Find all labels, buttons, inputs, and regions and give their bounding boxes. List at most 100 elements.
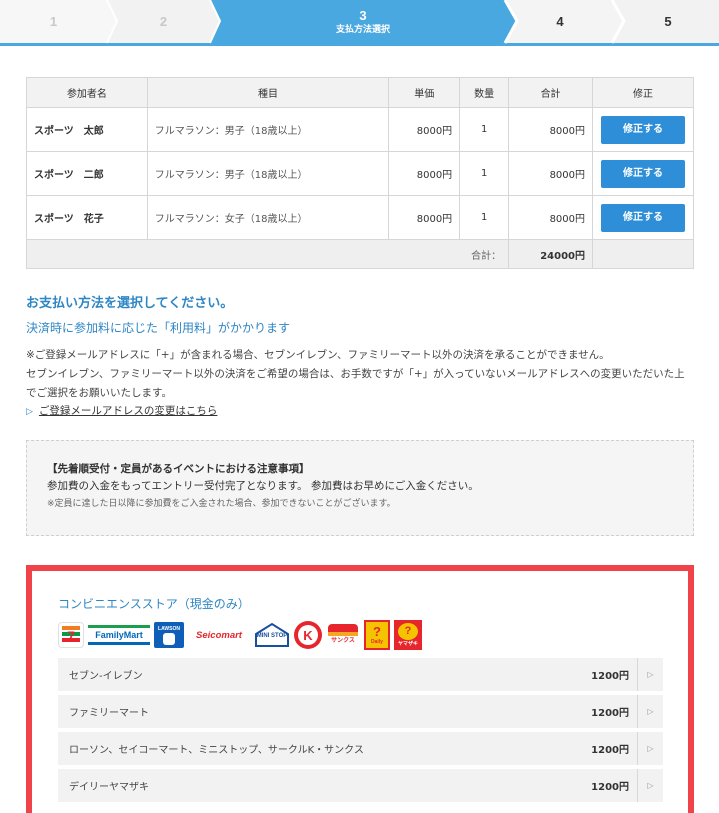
yamazaki-logo-text: ヤマザキ — [397, 640, 418, 647]
table-row: スポーツ 二郎 フルマラソン：男子（18歳以上） 8000円 1 8000円 修… — [26, 151, 694, 196]
seven-eleven-logo: 7 — [58, 622, 84, 648]
unit-price: 8000円 — [388, 151, 461, 196]
store-option-price: 1200円 — [591, 745, 629, 756]
ministop-logo-mark: MINI STOP — [255, 622, 289, 647]
col-header-edit: 修正 — [592, 77, 694, 108]
step-4-number: 4 — [556, 14, 564, 29]
step-4: 4 — [512, 0, 608, 43]
event-category: フルマラソン：男子（18歳以上） — [146, 107, 390, 152]
lawson-milk-icon — [163, 632, 175, 645]
store-option-price: 1200円 — [591, 708, 629, 719]
familymart-logo: FamilyMart — [88, 624, 150, 646]
daily-logo-text: Daily — [371, 638, 383, 645]
store-logo-row: 7 FamilyMart LAWSON Seicomart MINI STOP … — [58, 620, 688, 650]
store-option-lawson-group[interactable]: ローソン、セイコーマート、ミニストップ、サークルK・サンクス 1200円 ▷ — [58, 732, 663, 765]
participant-name: スポーツ 太郎 — [26, 107, 148, 152]
familymart-logo-text: FamilyMart — [95, 630, 143, 640]
change-email-link[interactable]: ▷ ご登録メールアドレスの変更はこちら — [26, 403, 217, 418]
triangle-right-icon: ▷ — [26, 407, 33, 417]
table-header-row: 参加者名 種目 単価 数量 合計 修正 — [26, 77, 694, 108]
seicomart-logo: Seicomart — [188, 624, 250, 646]
step-1: 1 — [0, 0, 107, 43]
ministop-logo: MINI STOP — [254, 622, 290, 648]
step-2-number: 2 — [159, 14, 168, 29]
store-option-familymart[interactable]: ファミリーマート 1200円 ▷ — [58, 695, 663, 728]
table-total-row: 合計： 24000円 — [25, 239, 694, 269]
step-5-number: 5 — [664, 14, 672, 29]
participant-name: スポーツ 花子 — [26, 195, 148, 240]
store-option-price: 1200円 — [591, 671, 629, 682]
chevron-right-icon: ▷ — [637, 658, 663, 691]
store-option-list: セブン-イレブン 1200円 ▷ ファミリーマート 1200円 ▷ ローソン、セ… — [58, 658, 663, 802]
notice-small-print: ※定員に達した日以降に参加費をご入金された場合、参加できないことがございます。 — [47, 499, 396, 509]
step-3-number: 3 — [359, 8, 367, 23]
familymart-stripe-bottom — [88, 642, 150, 645]
first-come-notice-box: 【先着順受付・定員があるイベントにおける注意事項】 参加費の入金をもってエントリ… — [26, 440, 694, 536]
store-option-label: ファミリーマート — [69, 708, 149, 719]
grand-total-empty-cell — [592, 239, 694, 269]
lawson-logo: LAWSON — [154, 622, 184, 648]
yamazaki-daystore-logo: ? ヤマザキ — [394, 620, 422, 650]
row-total: 8000円 — [508, 195, 594, 240]
email-notice: ※ご登録メールアドレスに「+」が含まれる場合、セブンイレブン、ファミリーマート以… — [26, 346, 694, 403]
ministop-logo-text: MINI STOP — [257, 633, 288, 639]
table-row: スポーツ 太郎 フルマラソン：男子（18歳以上） 8000円 1 8000円 修… — [26, 107, 694, 152]
daily-yamazaki-logo: ? Daily — [364, 620, 390, 650]
convenience-store-section: コンビニエンスストア（現金のみ） 7 FamilyMart LAWSON Sei… — [26, 565, 694, 813]
step-5: 5 — [620, 0, 716, 43]
store-option-label: セブン-イレブン — [69, 671, 143, 682]
participant-name: スポーツ 二郎 — [26, 151, 148, 196]
store-option-label: ローソン、セイコーマート、ミニストップ、サークルK・サンクス — [69, 745, 364, 756]
participant-table: 参加者名 種目 単価 数量 合計 修正 スポーツ 太郎 フルマラソン：男子（18… — [25, 77, 694, 269]
email-notice-line-1: ※ご登録メールアドレスに「+」が含まれる場合、セブンイレブン、ファミリーマート以… — [26, 349, 610, 361]
quantity: 1 — [459, 151, 510, 196]
row-total: 8000円 — [508, 151, 594, 196]
edit-button[interactable]: 修正する — [601, 159, 685, 188]
col-header-quantity: 数量 — [459, 77, 510, 108]
payment-method-heading: お支払い方法を選択してください。 — [26, 296, 234, 311]
seicomart-logo-text: Seicomart — [196, 629, 242, 641]
col-header-item: 種目 — [146, 77, 390, 108]
step-2: 2 — [112, 0, 215, 43]
circle-k-logo-text: K — [298, 625, 318, 645]
row-total: 8000円 — [508, 107, 594, 152]
col-header-name: 参加者名 — [26, 77, 148, 108]
edit-cell: 修正する — [592, 151, 694, 196]
chevron-right-icon: ▷ — [637, 732, 663, 765]
step-3-label: 支払方法選択 — [335, 24, 390, 34]
col-header-total: 合計 — [508, 77, 594, 108]
notice-body: 参加費の入金をもってエントリー受付完了となります。 参加費はお早めにご入金くださ… — [47, 480, 479, 492]
store-option-label: デイリーヤマザキ — [69, 782, 149, 793]
notice-title: 【先着順受付・定員があるイベントにおける注意事項】 — [47, 463, 310, 475]
grand-total-label: 合計： — [25, 239, 510, 269]
daily-question-mark-icon: ? — [373, 623, 381, 639]
event-category: フルマラソン：女子（18歳以上） — [146, 195, 390, 240]
edit-button[interactable]: 修正する — [601, 115, 685, 144]
edit-button[interactable]: 修正する — [601, 203, 685, 232]
seven-eleven-logo-mark: 7 — [62, 626, 80, 644]
yamazaki-question-mark-icon: ? — [398, 622, 418, 640]
store-option-price: 1200円 — [591, 782, 629, 793]
grand-total-value: 24000円 — [508, 239, 594, 269]
circle-k-logo: K — [294, 621, 322, 649]
change-email-link-text: ご登録メールアドレスの変更はこちら — [38, 405, 218, 417]
edit-cell: 修正する — [592, 107, 694, 152]
quantity: 1 — [459, 107, 510, 152]
email-notice-line-2: セブンイレブン、ファミリーマート以外の決済をご希望の場合は、お手数ですが「+」が… — [26, 368, 685, 399]
unit-price: 8000円 — [388, 107, 461, 152]
chevron-right-icon: ▷ — [637, 769, 663, 802]
convenience-store-title: コンビニエンスストア（現金のみ） — [58, 597, 250, 611]
lawson-logo-text: LAWSON — [158, 625, 180, 632]
store-option-daily-yamazaki[interactable]: デイリーヤマザキ 1200円 ▷ — [58, 769, 663, 802]
event-category: フルマラソン：男子（18歳以上） — [146, 151, 390, 196]
step-1-number: 1 — [49, 14, 58, 29]
sunkus-logo-text: サンクス — [331, 638, 355, 644]
store-option-seven-eleven[interactable]: セブン-イレブン 1200円 ▷ — [58, 658, 663, 691]
step-progress-bar: 1 2 3 支払方法選択 4 5 — [0, 0, 719, 46]
edit-cell: 修正する — [592, 195, 694, 240]
seven-eleven-logo-text: 7 — [67, 628, 75, 644]
unit-price: 8000円 — [388, 195, 461, 240]
usage-fee-notice: 決済時に参加料に応じた「利用料」がかかります — [26, 321, 291, 335]
sunkus-logo: サンクス — [326, 621, 360, 649]
sunkus-sun-shape — [328, 624, 358, 632]
